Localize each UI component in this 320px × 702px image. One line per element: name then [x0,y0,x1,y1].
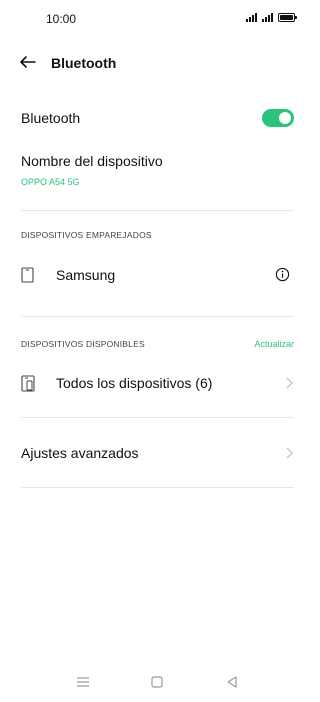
signal-icon [246,13,257,22]
info-icon[interactable] [275,267,290,282]
divider [21,316,294,317]
device-name-value: OPPO A54 5G [21,177,80,187]
phone-icon [21,267,34,283]
home-icon[interactable] [147,672,167,692]
advanced-settings-row[interactable]: Ajustes avanzados [0,433,315,473]
paired-section-title: DISPOSITIVOS EMPAREJADOS [21,230,152,240]
divider [21,487,294,488]
status-time: 10:00 [46,12,77,26]
bluetooth-toggle[interactable] [262,109,294,127]
status-bar: 10:00 [0,0,315,36]
all-devices-label: Todos los dispositivos (6) [56,375,213,391]
paired-device-name: Samsung [56,267,116,283]
available-section-title: DISPOSITIVOS DISPONIBLES [21,339,145,349]
chevron-right-icon [286,377,293,389]
divider [21,417,294,418]
toggle-knob [279,112,291,124]
menu-icon[interactable] [73,672,93,692]
status-icons [246,13,297,22]
all-devices-row[interactable]: Todos los dispositivos (6) [0,363,315,403]
refresh-link[interactable]: Actualizar [254,339,294,349]
devices-icon [21,375,35,392]
chevron-right-icon [286,447,293,459]
paired-device-samsung[interactable]: Samsung [0,255,315,295]
system-nav-bar [0,662,315,702]
back-arrow-icon[interactable] [18,52,38,72]
signal-icon-2 [262,13,273,22]
back-icon[interactable] [222,672,242,692]
device-name-label: Nombre del dispositivo [21,153,163,169]
bluetooth-row[interactable]: Bluetooth [0,104,315,134]
battery-icon [278,13,297,22]
page-title: Bluetooth [51,55,117,71]
app-header: Bluetooth [0,46,315,80]
bluetooth-label: Bluetooth [21,110,81,126]
advanced-settings-label: Ajustes avanzados [21,445,139,461]
device-name-row[interactable]: Nombre del dispositivo OPPO A54 5G [0,148,315,198]
divider [21,210,294,211]
